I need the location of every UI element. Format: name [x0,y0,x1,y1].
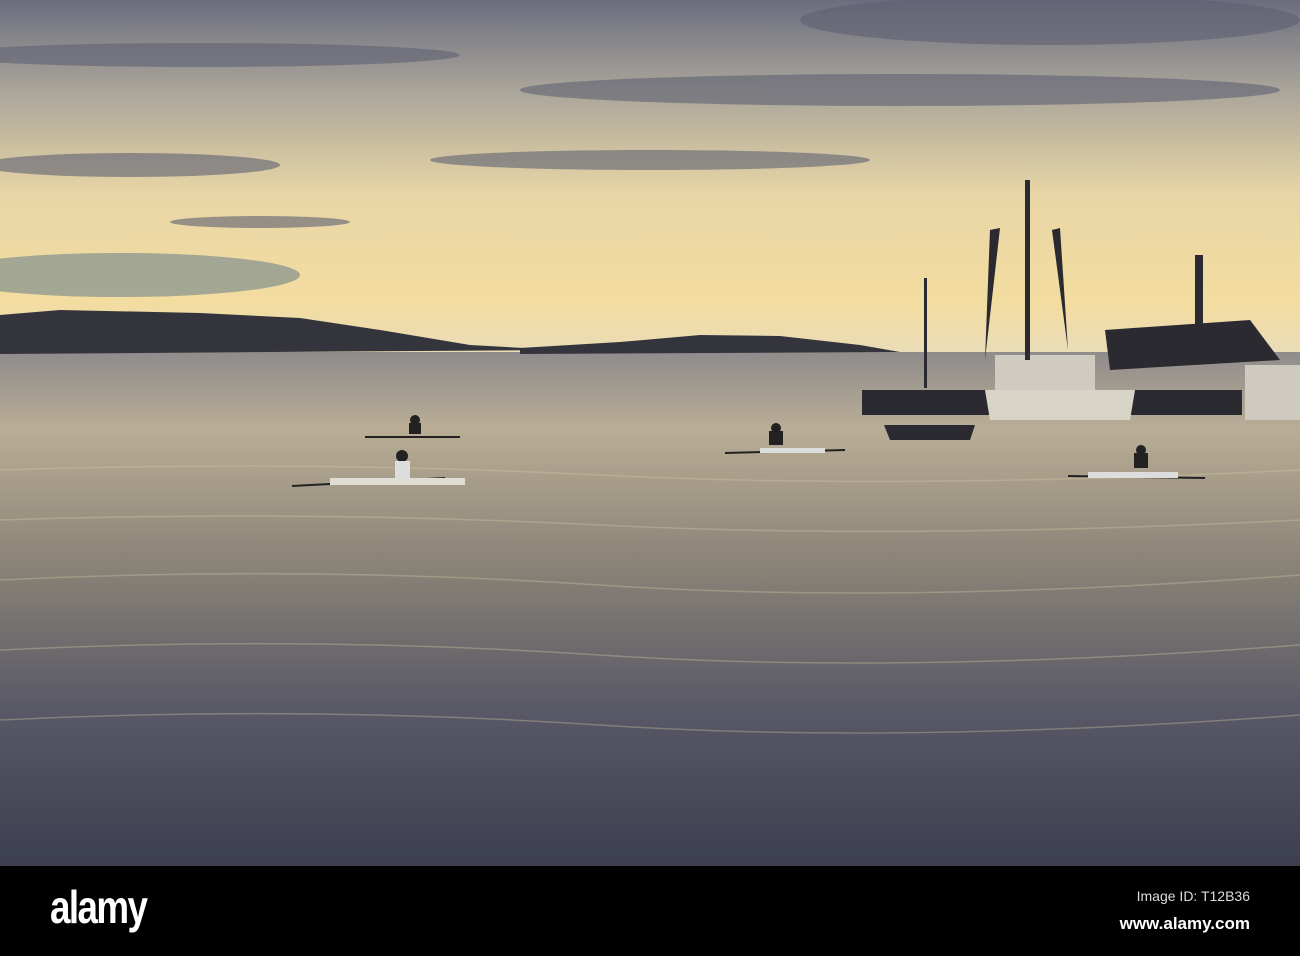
watermark-footer: alamy Image ID: T12B36 www.alamy.com [0,866,1300,956]
image-id: Image ID: T12B36 [1136,888,1250,904]
website-link: www.alamy.com [1119,914,1250,933]
water [0,352,1300,866]
stock-photo: alamy Image ID: T12B36 www.alamy.com [0,0,1300,956]
harbour-sunset-photo [0,0,1300,866]
alamy-logo: alamy [50,881,148,933]
